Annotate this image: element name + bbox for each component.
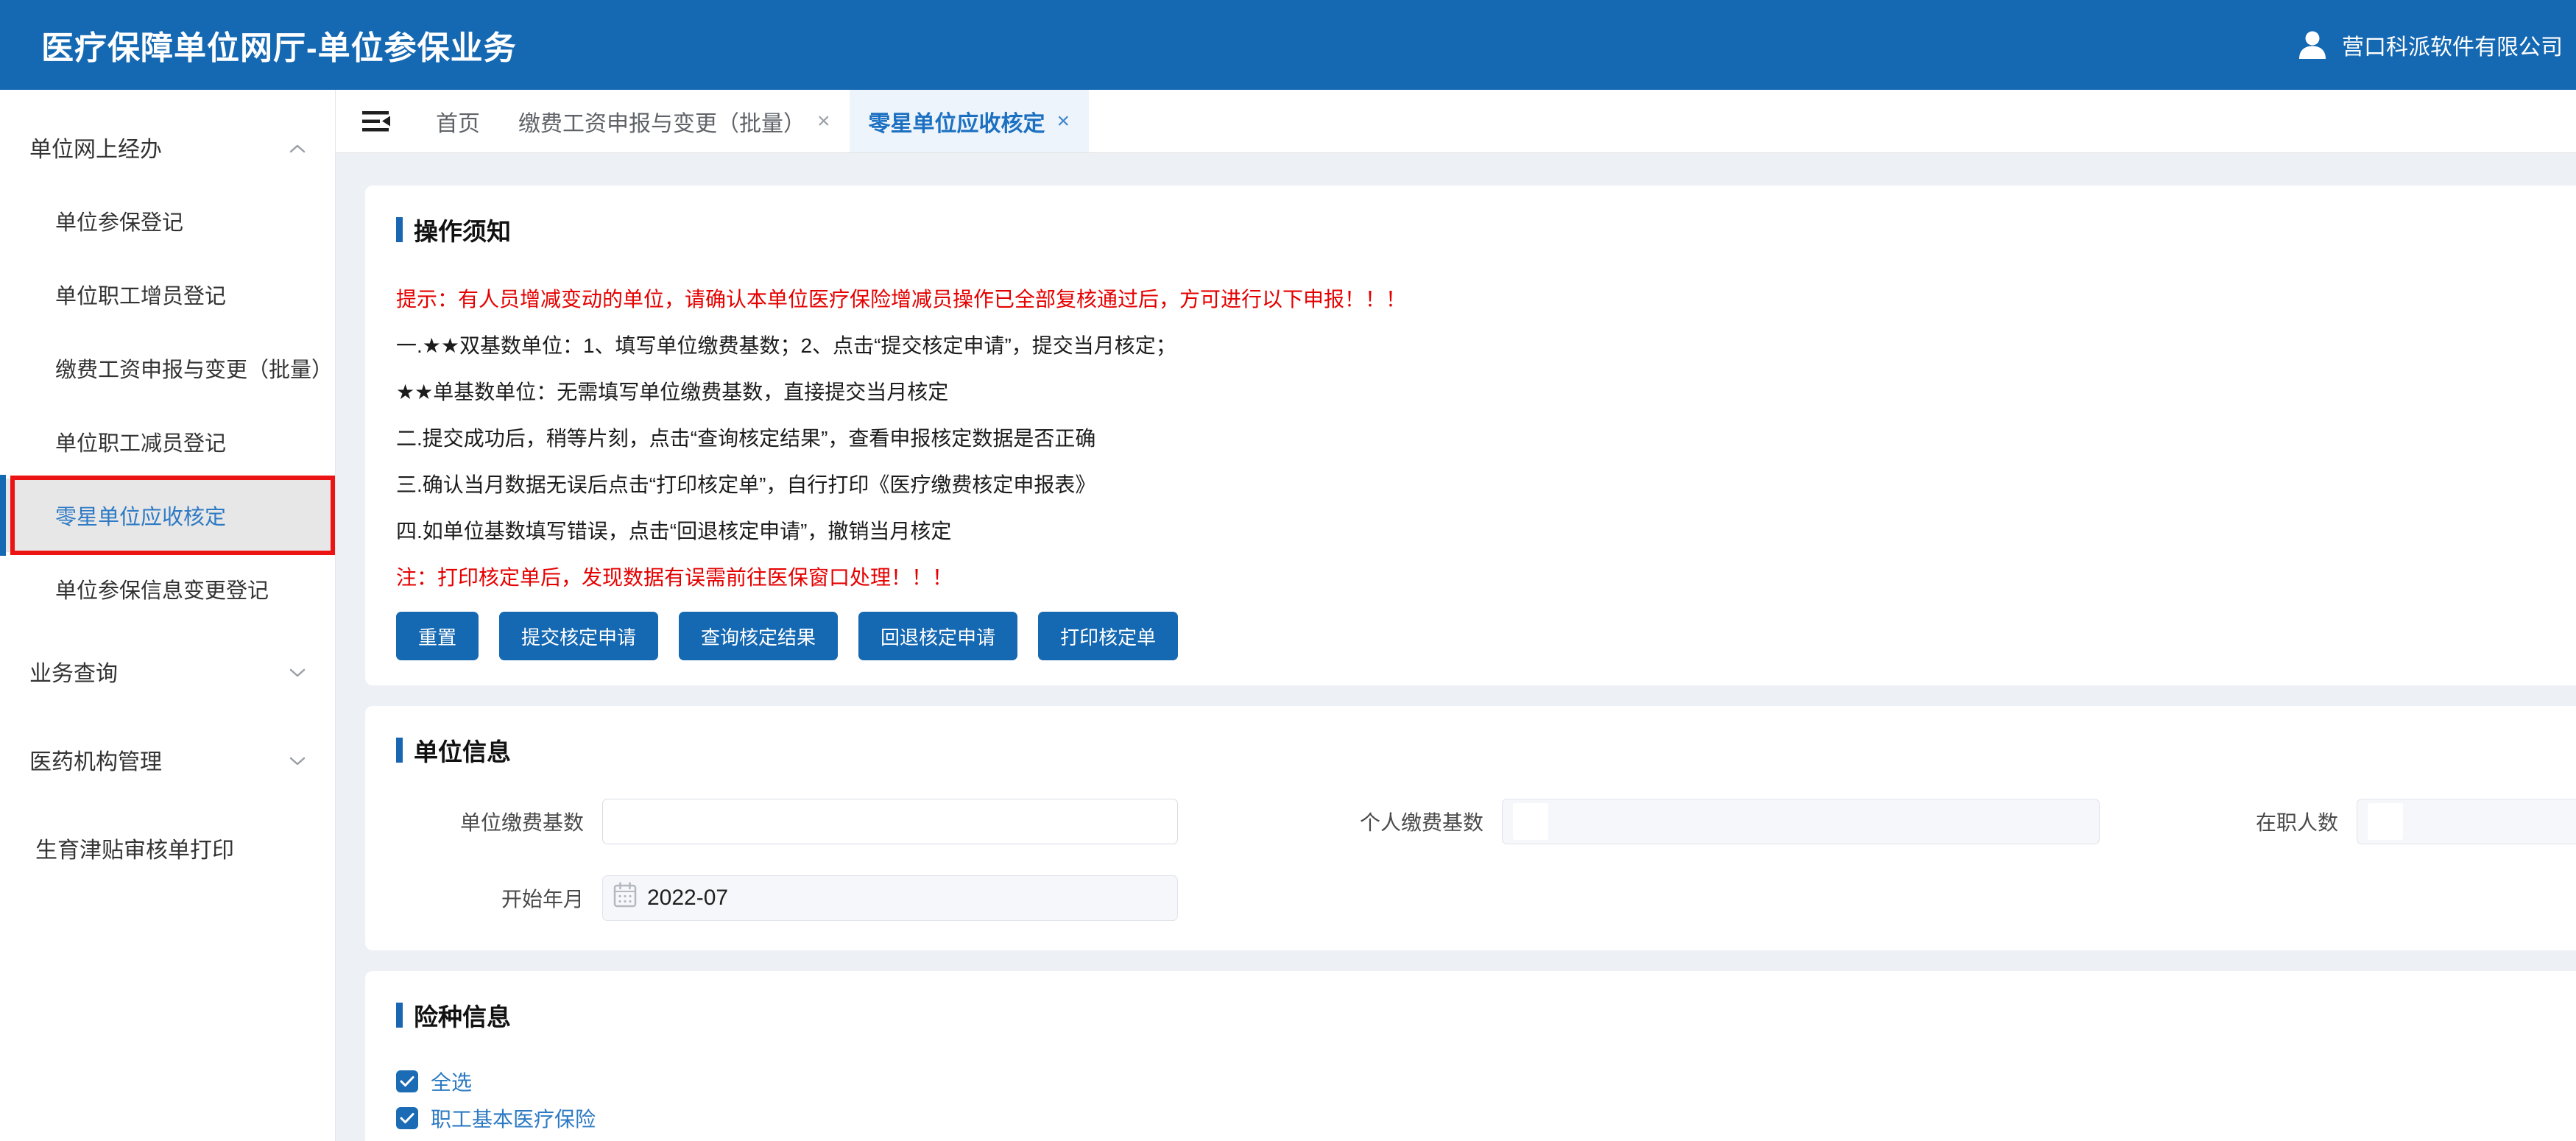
chevron-down-icon [289, 747, 306, 772]
notice-line: 注：打印核定单后，发现数据有误需前往医保窗口处理！！！ [396, 565, 2553, 590]
notice-line: 四.如单位基数填写错误，点击“回退核定申请”，撤销当月核定 [396, 519, 2553, 543]
sidebar-item-add-employee[interactable]: 单位职工增员登记 [0, 258, 335, 331]
rollback-verify-button[interactable]: 回退核定申请 [858, 612, 1017, 660]
notice-line: 三.确认当月数据无误后点击“打印核定单”，自行打印《医疗缴费核定申报表》 [396, 473, 2553, 497]
notice-line: 提示：有人员增减变动的单位，请确认本单位医疗保险增减员操作已全部复核通过后，方可… [396, 287, 2553, 311]
sidebar-item-label: 生育津贴审核单打印 [35, 832, 234, 864]
sidebar-item-label: 缴费工资申报与变更（批量） [55, 353, 333, 384]
personal-base-input [1502, 799, 2100, 844]
sidebar-group-medical-org[interactable]: 医药机构管理 [0, 723, 335, 796]
tab-label: 首页 [436, 105, 480, 138]
section-title-text: 单位信息 [414, 732, 511, 768]
field-label: 个人缴费基数 [1296, 807, 1483, 836]
sidebar-group-label: 医药机构管理 [29, 743, 162, 776]
notice-line: ★★单基数单位：无需填写单位缴费基数，直接提交当月核定 [396, 380, 2553, 404]
sidebar-item-label: 单位参保信息变更登记 [55, 573, 269, 604]
sidebar-group-business-query[interactable]: 业务查询 [0, 635, 335, 708]
sidebar-item-sporadic-unit-verify[interactable]: 零星单位应收核定 [0, 478, 335, 552]
field-start-month: 开始年月 [396, 875, 1178, 921]
section-title-insurance: 险种信息 [396, 997, 2553, 1033]
checked-checkbox-icon[interactable] [396, 1107, 418, 1129]
sidebar-group-label: 单位网上经办 [29, 131, 162, 163]
notice-line: 二.提交成功后，稍等片刻，点击“查询核定结果”，查看申报核定数据是否正确 [396, 426, 2553, 451]
sidebar-item-label: 单位职工增员登记 [55, 279, 226, 310]
field-unit-base: 单位缴费基数 [396, 799, 1178, 844]
page-content: 操作须知 提示：有人员增减变动的单位，请确认本单位医疗保险增减员操作已全部复核通… [336, 153, 2576, 1141]
sidebar-group-label: 业务查询 [29, 655, 118, 688]
checkbox-select-all[interactable]: 全选 [396, 1067, 2553, 1096]
sidebar-item-salary-declare-batch[interactable]: 缴费工资申报与变更（批量） [0, 331, 335, 405]
start-month-value: 2022-07 [647, 886, 728, 911]
reset-button[interactable]: 重置 [396, 612, 479, 660]
unit-base-input[interactable] [602, 799, 1178, 844]
notice-card: 操作须知 提示：有人员增减变动的单位，请确认本单位医疗保险增减员操作已全部复核通… [365, 186, 2576, 685]
field-personal-base: 个人缴费基数 [1296, 799, 2100, 844]
masked-value [1513, 803, 1548, 840]
checked-checkbox-icon[interactable] [396, 1070, 418, 1092]
unit-info-row-1: 单位缴费基数 个人缴费基数 在职人数 [396, 799, 2553, 844]
title-accent-bar [396, 217, 403, 242]
notice-line: 一.★★双基数单位：1、填写单位缴费基数；2、点击“提交核定申请”，提交当月核定… [396, 333, 2553, 358]
tab-label: 零星单位应收核定 [869, 105, 1045, 138]
user-icon [2296, 29, 2329, 61]
tab-bar: 首页 缴费工资申报与变更（批量） × 零星单位应收核定 × [336, 90, 2576, 153]
section-title-text: 险种信息 [414, 997, 511, 1033]
company-name: 营口科派软件有限公司 [2342, 29, 2563, 61]
sidebar-item-label: 零星单位应收核定 [55, 500, 226, 531]
title-accent-bar [396, 738, 403, 763]
title-accent-bar [396, 1003, 403, 1028]
sidebar-item-unit-info-change[interactable]: 单位参保信息变更登记 [0, 552, 335, 626]
section-title-unit-info: 单位信息 [396, 732, 2553, 768]
sidebar-item-remove-employee[interactable]: 单位职工减员登记 [0, 405, 335, 478]
unit-info-row-2: 开始年月 [396, 875, 2553, 921]
masked-value [2368, 803, 2403, 840]
field-label: 开始年月 [396, 883, 584, 913]
start-month-input: 2022-07 [602, 875, 1178, 921]
section-title-text: 操作须知 [414, 212, 511, 247]
app-header: 医疗保障单位网厅-单位参保业务 营口科派软件有限公司 [0, 0, 2576, 90]
main-area: 首页 缴费工资申报与变更（批量） × 零星单位应收核定 × 操作须知 提示：有人… [336, 90, 2576, 1141]
app-title: 医疗保障单位网厅-单位参保业务 [41, 21, 517, 68]
chevron-down-icon [289, 659, 306, 684]
checkbox-label: 职工基本医疗保险 [431, 1103, 596, 1133]
account-area[interactable]: 营口科派软件有限公司 [2296, 29, 2563, 61]
query-result-button[interactable]: 查询核定结果 [679, 612, 838, 660]
employee-count-input [2357, 799, 2576, 844]
sidebar: 单位网上经办 单位参保登记 单位职工增员登记 缴费工资申报与变更（批量） 单位职… [0, 90, 336, 1141]
print-verify-button[interactable]: 打印核定单 [1038, 612, 1178, 660]
sidebar-item-label: 单位参保登记 [55, 205, 183, 236]
tab-label: 缴费工资申报与变更（批量） [518, 105, 805, 138]
close-icon[interactable]: × [817, 110, 830, 133]
sidebar-item-label: 单位职工减员登记 [55, 426, 226, 457]
field-label: 单位缴费基数 [396, 807, 584, 836]
close-icon[interactable]: × [1057, 110, 1070, 133]
sidebar-item-maternity-print[interactable]: 生育津贴审核单打印 [0, 811, 335, 885]
chevron-up-icon [289, 135, 306, 160]
submit-verify-button[interactable]: 提交核定申请 [499, 612, 658, 660]
tab-home[interactable]: 首页 [417, 90, 499, 152]
insurance-info-card: 险种信息 全选 职工基本医疗保险 [365, 971, 2576, 1141]
action-button-row: 重置 提交核定申请 查询核定结果 回退核定申请 打印核定单 [396, 612, 2553, 660]
checkbox-basic-medical[interactable]: 职工基本医疗保险 [396, 1103, 2553, 1133]
sidebar-group-unit-online[interactable]: 单位网上经办 [0, 110, 335, 184]
field-label: 在职人数 [2256, 807, 2338, 836]
section-title-notice: 操作须知 [396, 212, 2553, 247]
collapse-sidebar-icon[interactable] [362, 109, 392, 134]
field-employee-count: 在职人数 [2256, 799, 2553, 844]
tab-salary-declare-batch[interactable]: 缴费工资申报与变更（批量） × [499, 90, 850, 152]
unit-info-card: 单位信息 单位缴费基数 个人缴费基数 在职人数 [365, 706, 2576, 950]
calendar-icon [613, 882, 637, 914]
checkbox-label: 全选 [431, 1067, 472, 1096]
active-indicator-bar [0, 475, 6, 556]
tab-sporadic-unit-verify[interactable]: 零星单位应收核定 × [850, 90, 1090, 152]
sidebar-item-unit-register[interactable]: 单位参保登记 [0, 184, 335, 258]
